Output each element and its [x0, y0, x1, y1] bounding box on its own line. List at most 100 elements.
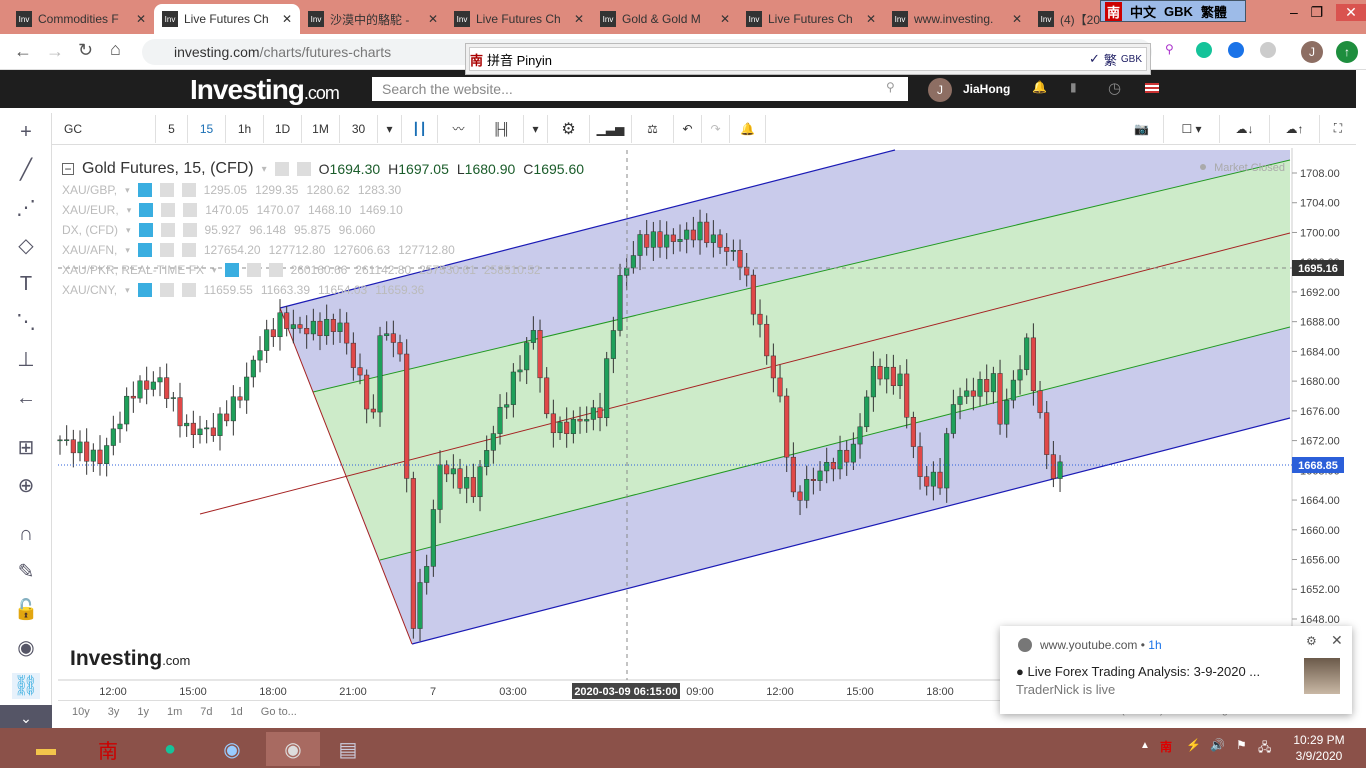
chrome-active-taskbar-icon[interactable]: ◉: [266, 732, 320, 766]
chrome-taskbar-icon[interactable]: ◉: [212, 732, 252, 766]
overlay-settings-icon[interactable]: [159, 243, 174, 257]
notification-popup[interactable]: www.youtube.com • 1h ⚙ ✕ ● Live Forex Tr…: [1000, 626, 1352, 714]
candle-body: [77, 441, 83, 454]
candle-body: [164, 377, 170, 399]
overlay-value: 261142.80: [355, 263, 412, 277]
overlay-symbol[interactable]: XAU/GBP,: [62, 183, 117, 197]
clock[interactable]: 10:29 PM 3/9/2020: [1284, 732, 1354, 764]
pinyin-logo-icon: 南: [470, 52, 484, 68]
file-explorer-icon[interactable]: ▬: [26, 732, 66, 766]
candle-body: [677, 239, 683, 242]
overlay-value: 95.875: [293, 223, 331, 237]
pinyin-gbk[interactable]: GBK: [1121, 54, 1146, 65]
candle-body: [490, 433, 496, 451]
candle-body: [190, 422, 196, 436]
candle-body: [1044, 412, 1050, 455]
overlay-remove-icon[interactable]: [182, 223, 197, 237]
range-button[interactable]: 1d: [231, 706, 243, 718]
y-tick-label: 1692.00: [1300, 287, 1340, 299]
candle-body: [130, 395, 136, 399]
legend-eye-icon[interactable]: [274, 162, 289, 176]
overlay-settings-icon[interactable]: [159, 183, 174, 197]
candle-body: [250, 359, 256, 378]
range-button[interactable]: 3y: [108, 706, 120, 718]
overlay-eye-icon[interactable]: [139, 203, 154, 217]
overlay-symbol[interactable]: XAU/CNY,: [62, 283, 117, 297]
candle-body: [477, 466, 483, 498]
candle-body: [770, 355, 776, 379]
candle-body: [857, 426, 863, 445]
overlay-remove-icon[interactable]: [181, 283, 196, 297]
x-tick-label: 21:00: [339, 686, 367, 698]
overlay-eye-icon[interactable]: [224, 263, 239, 277]
overlay-symbol[interactable]: DX, (CFD): [62, 223, 118, 237]
notification-settings-icon[interactable]: ⚙: [1306, 634, 1317, 648]
range-button[interactable]: 1y: [137, 706, 149, 718]
network-icon[interactable]: 🖧: [1258, 738, 1271, 759]
grammarly-taskbar-icon[interactable]: ●: [150, 732, 190, 766]
candle-body: [590, 407, 596, 420]
candle-body: [530, 330, 536, 343]
candle-body: [1024, 337, 1030, 370]
overlay-remove-icon[interactable]: [183, 203, 198, 217]
overlay-remove-icon[interactable]: [268, 263, 283, 277]
overlay-settings-icon[interactable]: [246, 263, 261, 277]
overlay-symbol[interactable]: XAU/PKR, REAL-TIME FX: [62, 263, 204, 277]
candle-body: [124, 395, 130, 425]
last-price-label: 1668.85: [1298, 460, 1338, 472]
overlay-remove-icon[interactable]: [181, 243, 196, 257]
overlay-symbol[interactable]: XAU/EUR,: [62, 203, 119, 217]
y-tick-label: 1684.00: [1300, 346, 1340, 358]
ime-app-icon[interactable]: 南: [88, 732, 128, 766]
legend-title[interactable]: Gold Futures, 15, (CFD): [82, 160, 254, 178]
x-tick-label: 18:00: [259, 686, 287, 698]
collapse-legend-icon[interactable]: −: [62, 163, 74, 175]
overlay-settings-icon[interactable]: [161, 203, 176, 217]
overlay-remove-icon[interactable]: [181, 183, 196, 197]
candle-body: [844, 449, 850, 463]
candle-body: [550, 413, 556, 434]
candle-body: [230, 396, 236, 422]
overlay-settings-icon[interactable]: [160, 223, 175, 237]
candle-body: [710, 234, 716, 243]
overlay-eye-icon[interactable]: [137, 283, 152, 297]
notification-age: 1h: [1148, 638, 1162, 652]
candle-body: [70, 439, 76, 454]
candle-body: [210, 427, 216, 436]
y-tick-label: 1704.00: [1300, 198, 1340, 210]
candle-body: [584, 419, 590, 422]
candle-body: [444, 464, 450, 475]
volume-icon[interactable]: 🔊: [1210, 738, 1225, 752]
overlay-eye-icon[interactable]: [137, 243, 152, 257]
overlay-symbol[interactable]: XAU/AFN,: [62, 243, 117, 257]
candle-body: [864, 396, 870, 428]
y-tick-label: 1660.00: [1300, 525, 1340, 537]
overlay-legend-row: DX, (CFD) ▾ 95.927 96.148 95.875 96.060: [62, 223, 376, 237]
overlay-eye-icon[interactable]: [137, 183, 152, 197]
pinyin-input-bar[interactable]: 南拼音 Pinyin ✓ 繁 GBK: [465, 43, 1151, 75]
app-taskbar-icon[interactable]: ▤: [328, 732, 368, 766]
y-tick-label: 1664.00: [1300, 495, 1340, 507]
pinyin-traditional[interactable]: 繁: [1104, 50, 1117, 69]
pinyin-check-icon[interactable]: ✓: [1089, 51, 1100, 67]
candle-body: [697, 221, 703, 241]
legend-settings-icon[interactable]: [296, 162, 311, 176]
overlay-value: 1299.35: [255, 183, 299, 197]
range-button[interactable]: 1m: [167, 706, 182, 718]
range-button[interactable]: Go to...: [261, 706, 297, 718]
overlay-settings-icon[interactable]: [159, 283, 174, 297]
range-button[interactable]: 10y: [72, 706, 90, 718]
action-center-flag-icon[interactable]: ⚑: [1236, 738, 1247, 752]
candle-body: [137, 380, 143, 399]
price-chart[interactable]: 1708.001704.001700.001696.001692.001688.…: [0, 0, 1356, 700]
tray-expand-icon[interactable]: ▲: [1140, 740, 1150, 751]
notification-close-icon[interactable]: ✕: [1331, 632, 1343, 649]
overlay-value: 11654.03: [318, 283, 368, 297]
power-icon[interactable]: ⚡: [1186, 738, 1201, 752]
overlay-eye-icon[interactable]: [138, 223, 153, 237]
tray-ime-icon[interactable]: 南: [1160, 738, 1172, 755]
y-tick-label: 1676.00: [1300, 406, 1340, 418]
candle-body: [544, 377, 550, 415]
range-button[interactable]: 7d: [200, 706, 212, 718]
main-legend: − Gold Futures, 15, (CFD) ▾ O1694.30 H169…: [62, 160, 584, 178]
